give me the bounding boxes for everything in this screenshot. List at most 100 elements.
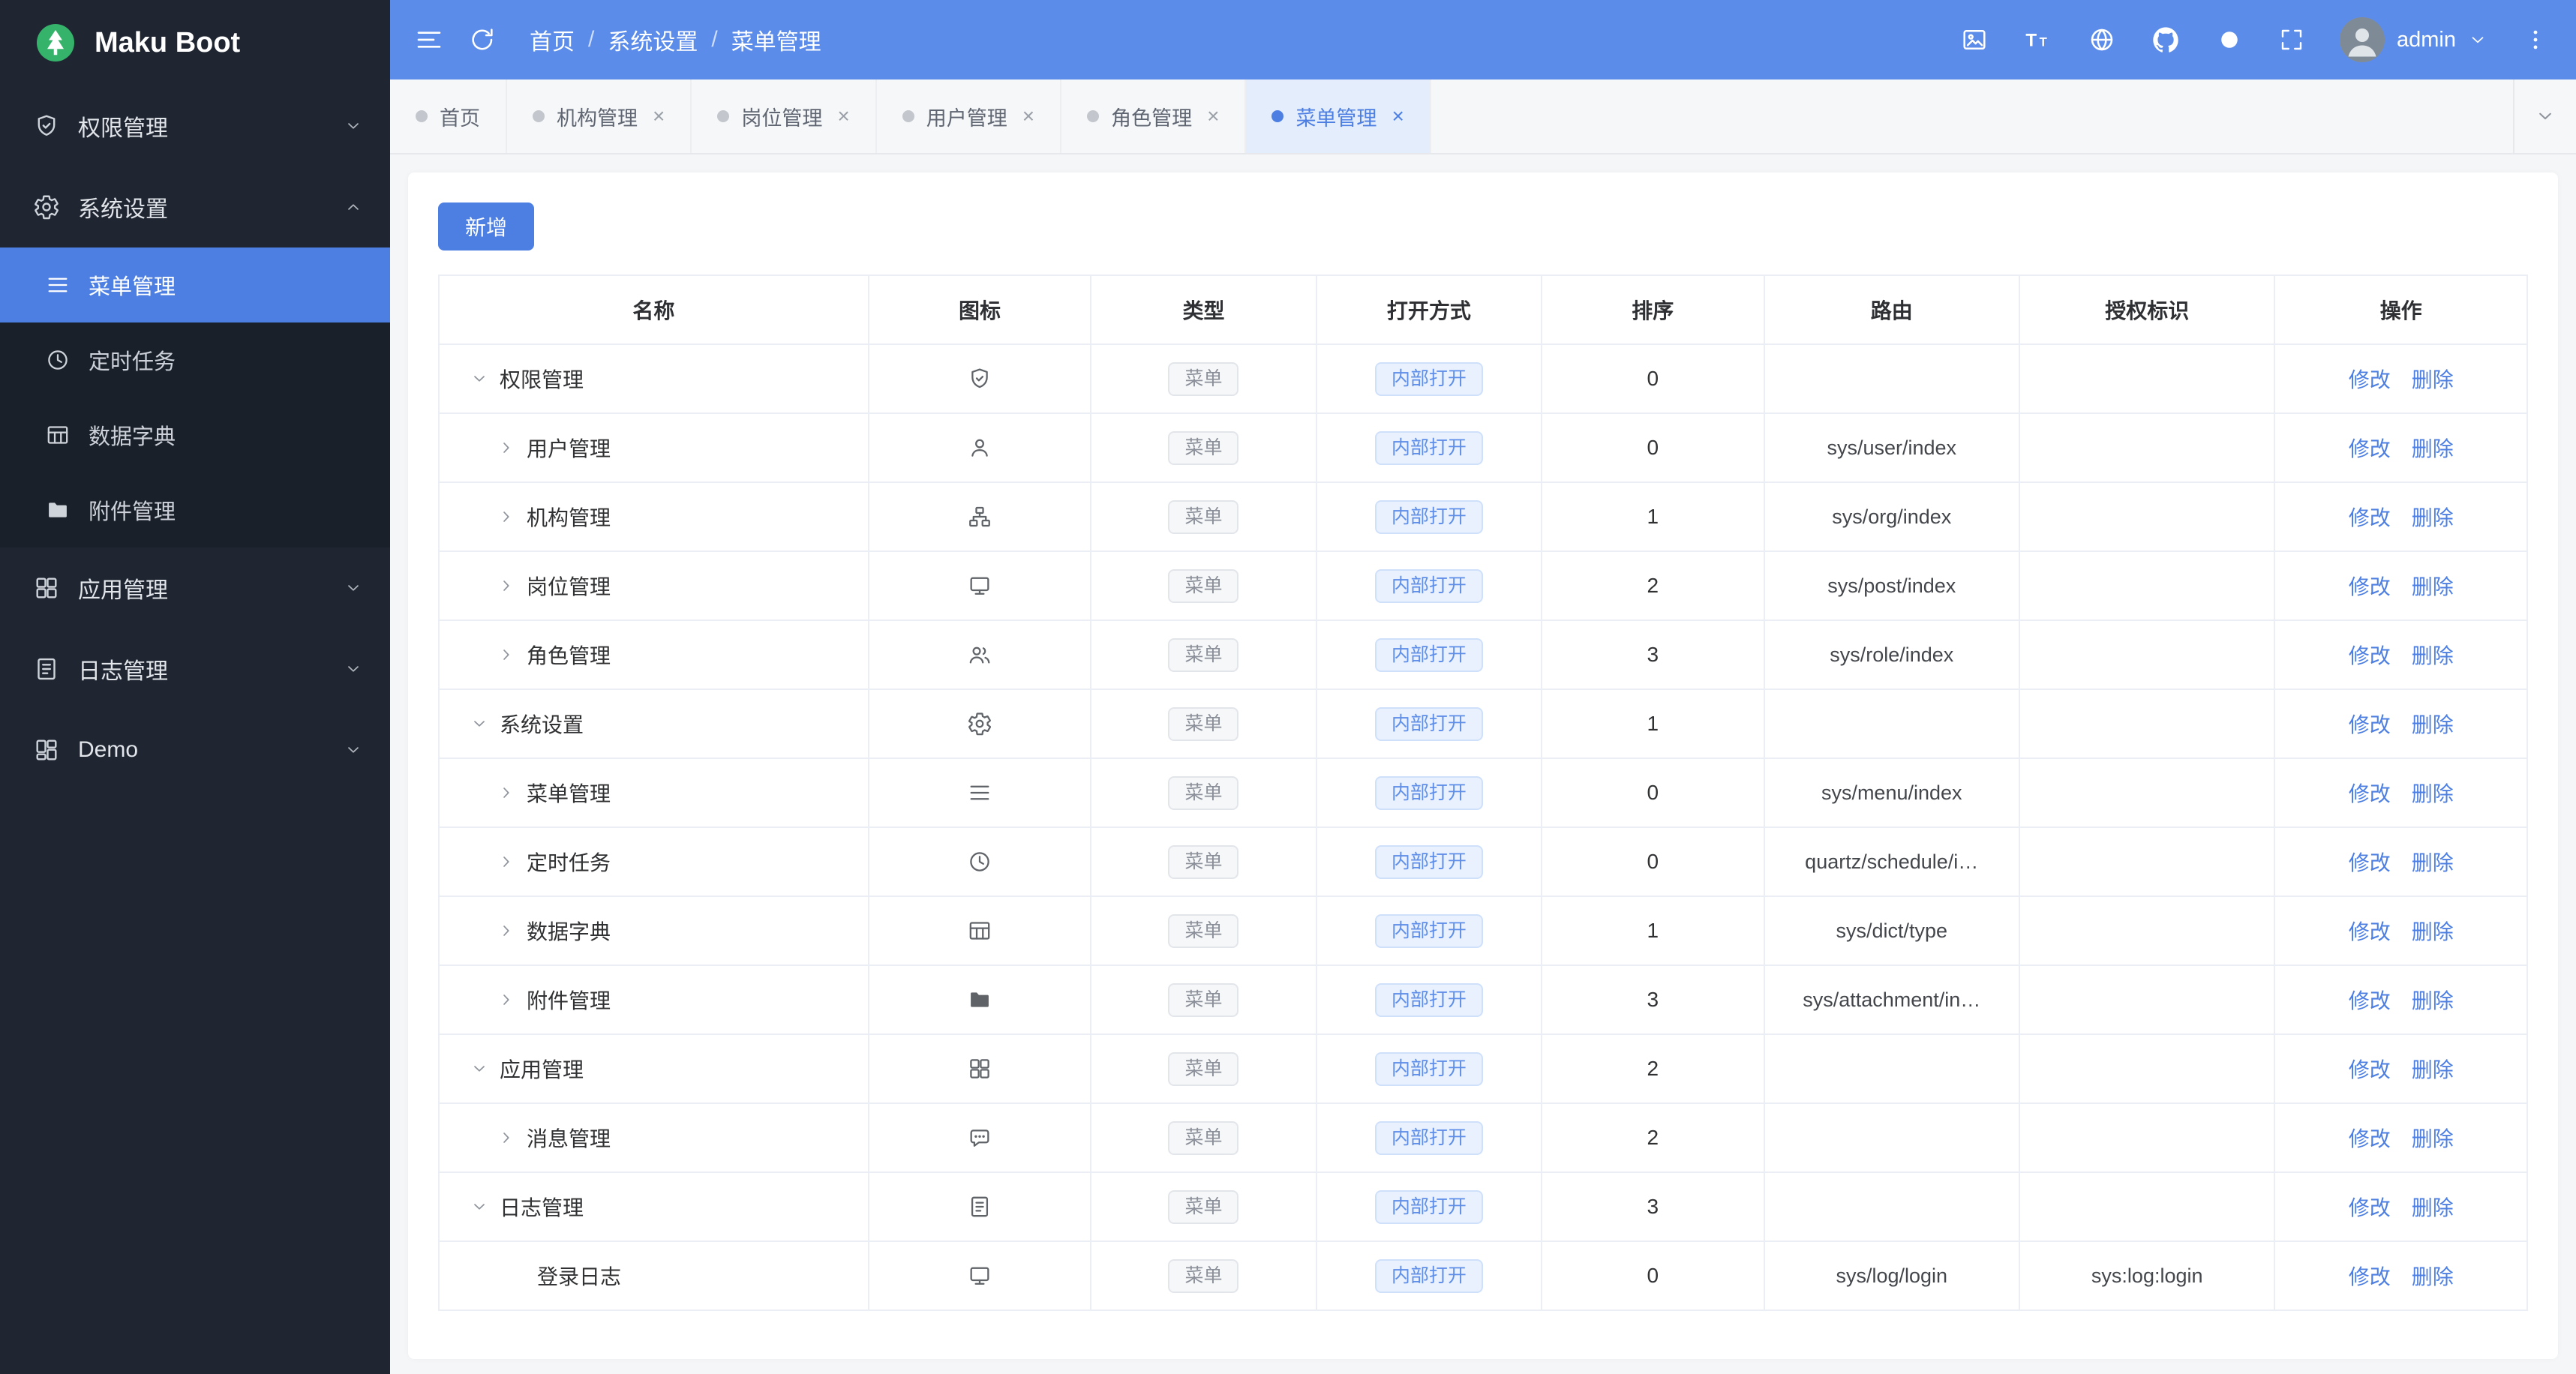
fullscreen-icon[interactable]	[2278, 26, 2305, 53]
sort-value: 2	[1541, 1034, 1765, 1104]
sidebar-subitem[interactable]: 菜单管理	[0, 248, 390, 322]
edit-link[interactable]: 修改	[2349, 920, 2391, 944]
edit-link[interactable]: 修改	[2349, 782, 2391, 806]
row-collapse-chevron-icon[interactable]	[470, 1197, 489, 1216]
route-value: sys/user/index	[1763, 412, 2020, 483]
delete-link[interactable]: 删除	[2412, 437, 2454, 460]
open-type-tag: 内部打开	[1374, 1190, 1483, 1224]
route-value: sys/dict/type	[1763, 896, 2020, 966]
collapse-sidebar-icon[interactable]	[414, 25, 444, 55]
demo-icon	[33, 736, 60, 764]
sidebar-item[interactable]: 日志管理	[0, 628, 390, 710]
row-collapse-chevron-icon[interactable]	[470, 369, 489, 388]
delete-link[interactable]: 删除	[2412, 368, 2454, 392]
svg-text:T: T	[2040, 34, 2047, 49]
row-collapse-chevron-icon[interactable]	[470, 1059, 489, 1078]
row-expand-chevron-icon[interactable]	[497, 1128, 516, 1148]
tab-close-icon[interactable]: ×	[837, 106, 849, 127]
row-expand-chevron-icon[interactable]	[497, 438, 516, 458]
row-expand-chevron-icon[interactable]	[497, 921, 516, 940]
font-size-icon[interactable]: TT	[2023, 25, 2053, 55]
delete-link[interactable]: 删除	[2412, 575, 2454, 598]
delete-link[interactable]: 删除	[2412, 920, 2454, 944]
tab-close-icon[interactable]: ×	[1207, 106, 1219, 127]
breadcrumb-item[interactable]: 菜单管理	[731, 23, 821, 56]
tab-close-icon[interactable]: ×	[1022, 106, 1034, 127]
sidebar-item-label: 权限管理	[78, 116, 168, 141]
row-expand-chevron-icon[interactable]	[497, 852, 516, 872]
language-globe-icon[interactable]	[2088, 26, 2116, 54]
row-expand-chevron-icon[interactable]	[497, 990, 516, 1010]
breadcrumb-item[interactable]: 首页	[530, 23, 575, 56]
sidebar-subitem[interactable]: 数据字典	[0, 398, 390, 472]
open-type-tag: 内部打开	[1374, 776, 1483, 810]
sidebar-item[interactable]: 应用管理	[0, 548, 390, 628]
tab-item[interactable]: 机构管理 ×	[507, 80, 692, 153]
doc-icon	[967, 1194, 992, 1220]
edit-link[interactable]: 修改	[2349, 989, 2391, 1012]
edit-link[interactable]: 修改	[2349, 1127, 2391, 1150]
delete-link[interactable]: 删除	[2412, 1058, 2454, 1082]
tab-item[interactable]: 首页	[390, 80, 507, 153]
delete-link[interactable]: 删除	[2412, 1265, 2454, 1288]
sidebar-subitem[interactable]: 附件管理	[0, 472, 390, 548]
delete-link[interactable]: 删除	[2412, 644, 2454, 668]
delete-link[interactable]: 删除	[2412, 1196, 2454, 1220]
tab-item[interactable]: 岗位管理 ×	[692, 80, 877, 153]
add-button[interactable]: 新增	[438, 202, 535, 250]
delete-link[interactable]: 删除	[2412, 989, 2454, 1012]
sidebar-item[interactable]: 权限管理	[0, 86, 390, 166]
type-tag: 菜单	[1168, 706, 1239, 741]
delete-link[interactable]: 删除	[2412, 506, 2454, 530]
username: admin	[2397, 27, 2456, 52]
edit-link[interactable]: 修改	[2349, 1196, 2391, 1220]
delete-link[interactable]: 删除	[2412, 851, 2454, 874]
tab-close-icon[interactable]: ×	[1392, 106, 1404, 127]
app-logo[interactable]: Maku Boot	[0, 0, 390, 86]
github-icon[interactable]	[2151, 25, 2181, 55]
more-options-icon[interactable]	[2522, 26, 2549, 53]
row-expand-chevron-icon[interactable]	[497, 645, 516, 664]
row-expand-chevron-icon[interactable]	[497, 576, 516, 596]
edit-link[interactable]: 修改	[2349, 368, 2391, 392]
edit-link[interactable]: 修改	[2349, 506, 2391, 530]
tab-close-icon[interactable]: ×	[653, 106, 665, 127]
dark-mode-icon[interactable]	[2215, 26, 2244, 54]
tab-item[interactable]: 用户管理 ×	[877, 80, 1062, 153]
menu-table: 名称 图标 类型 打开方式 排序 路由 授权标识 操作 权限管理 菜单 内部打开 0 修改 删除 用户管理…	[437, 274, 2529, 1311]
table-icon	[967, 918, 992, 944]
tab-item[interactable]: 菜单管理 ×	[1246, 80, 1431, 153]
delete-link[interactable]: 删除	[2412, 713, 2454, 736]
sidebar-item[interactable]: 系统设置	[0, 166, 390, 248]
open-type-tag: 内部打开	[1374, 982, 1483, 1017]
edit-link[interactable]: 修改	[2349, 575, 2391, 598]
breadcrumb-item[interactable]: 系统设置	[608, 23, 698, 56]
sidebar-subitem-label: 菜单管理	[89, 275, 176, 299]
row-collapse-chevron-icon[interactable]	[470, 714, 489, 734]
edit-link[interactable]: 修改	[2349, 644, 2391, 668]
tab-status-dot	[416, 110, 428, 122]
user-menu[interactable]: admin	[2340, 17, 2487, 62]
edit-link[interactable]: 修改	[2349, 713, 2391, 736]
tab-label: 首页	[440, 106, 480, 130]
delete-link[interactable]: 删除	[2412, 1127, 2454, 1150]
open-type-tag: 内部打开	[1374, 638, 1483, 672]
sidebar-item-label: 日志管理	[78, 659, 168, 684]
edit-link[interactable]: 修改	[2349, 437, 2391, 460]
open-type-tag: 内部打开	[1374, 914, 1483, 948]
sidebar-subitem[interactable]: 定时任务	[0, 322, 390, 398]
tab-item[interactable]: 角色管理 ×	[1061, 80, 1247, 153]
edit-link[interactable]: 修改	[2349, 851, 2391, 874]
main-panel: 首页 / 系统设置 / 菜单管理 TT admin 首页 机构管理 × 岗位管理 × 用户管理 × 角…	[390, 0, 2576, 1374]
row-expand-chevron-icon[interactable]	[497, 783, 516, 802]
type-tag: 菜单	[1168, 1052, 1239, 1086]
row-expand-chevron-icon[interactable]	[497, 507, 516, 526]
edit-link[interactable]: 修改	[2349, 1265, 2391, 1288]
sidebar-item[interactable]: Demo	[0, 710, 390, 790]
watermark-image-icon[interactable]	[1960, 26, 1989, 54]
refresh-icon[interactable]	[468, 26, 497, 54]
edit-link[interactable]: 修改	[2349, 1058, 2391, 1082]
tab-actions-dropdown[interactable]	[2513, 80, 2576, 153]
delete-link[interactable]: 删除	[2412, 782, 2454, 806]
open-type-tag: 内部打开	[1374, 1052, 1483, 1086]
